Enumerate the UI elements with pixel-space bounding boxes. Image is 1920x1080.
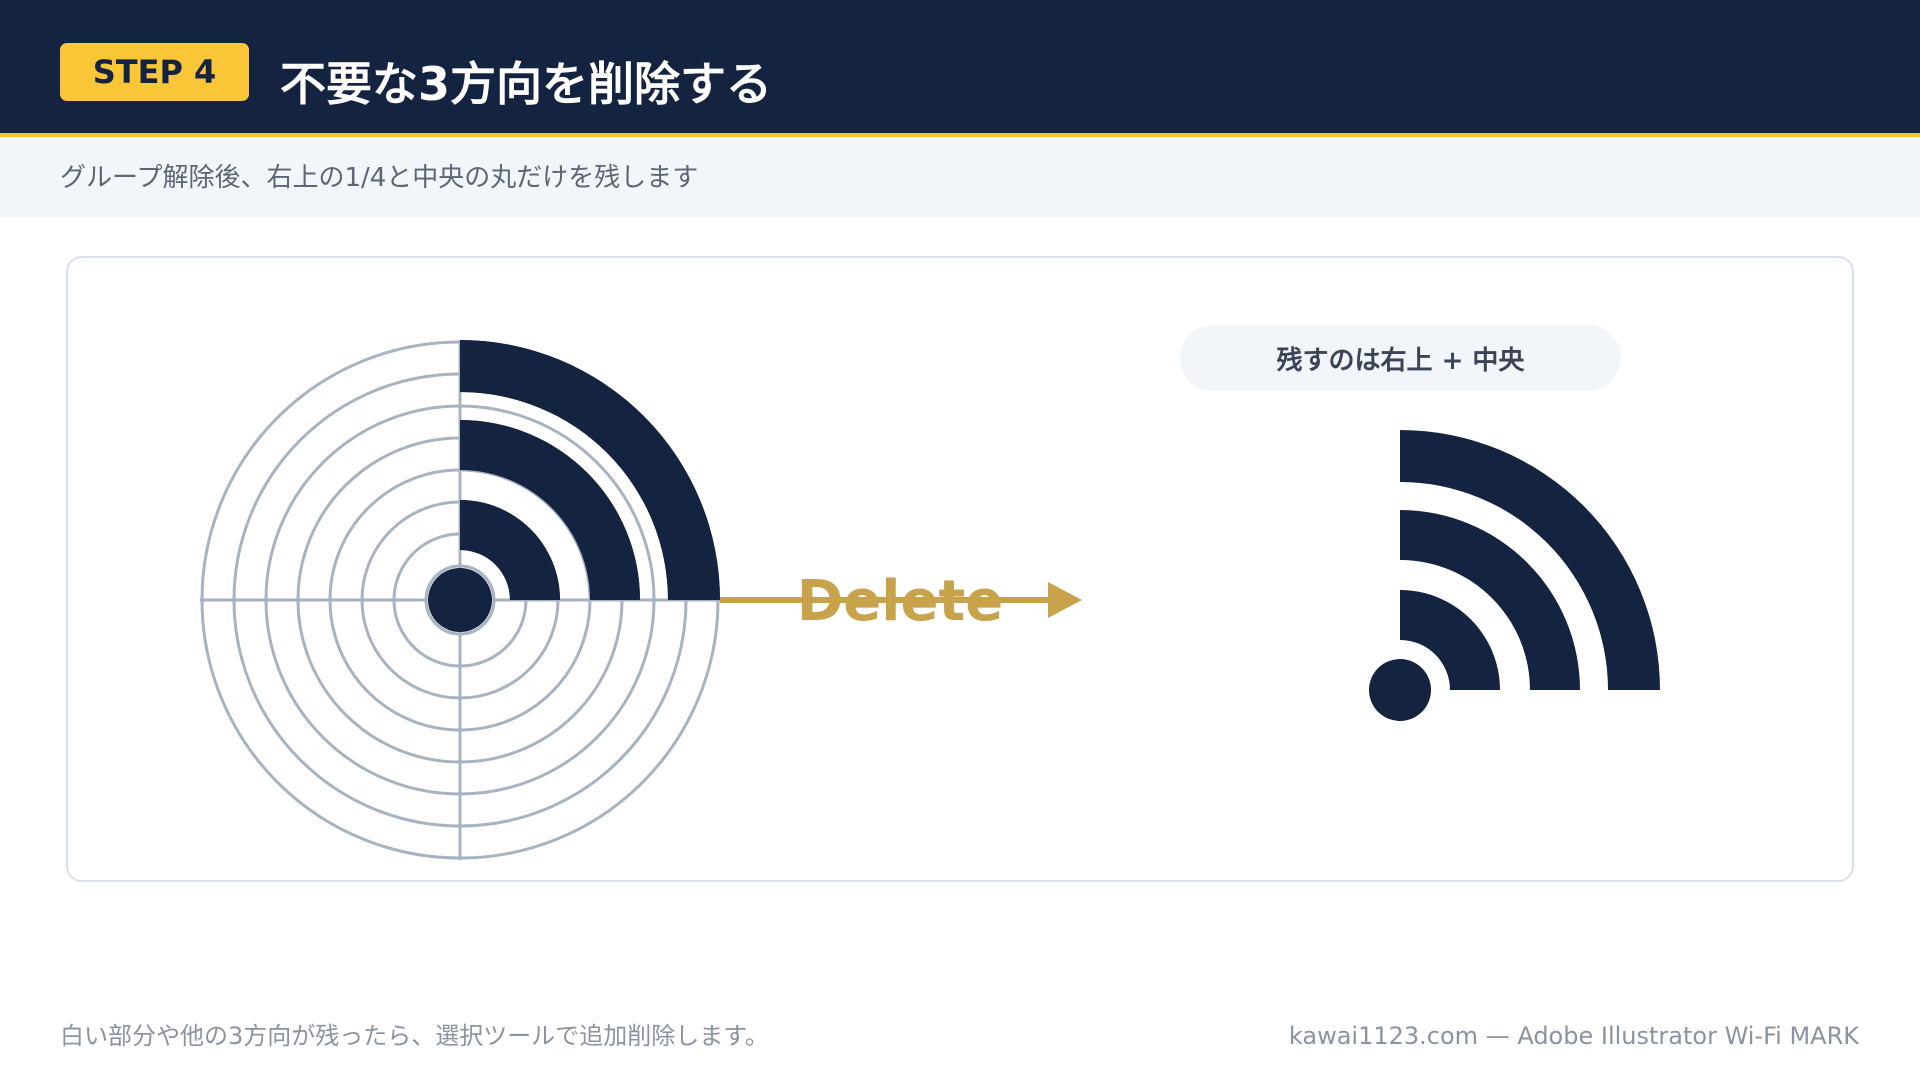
- wifi-dot: [1369, 659, 1431, 721]
- delete-arrow: Delete: [720, 569, 1082, 634]
- wifi-mark-result: [1369, 430, 1660, 721]
- keep-label-pill: 残すのは右上 + 中央: [1180, 325, 1621, 391]
- center-dot-left: [428, 568, 492, 632]
- full-circles-group: [200, 340, 720, 860]
- delete-label: Delete: [797, 569, 1003, 634]
- footer-note: 白い部分や他の3方向が残ったら、選択ツールで追加削除します。: [60, 1022, 769, 1050]
- footer-credit: kawai1123.com — Adobe Illustrator Wi-Fi …: [1288, 1022, 1859, 1050]
- diagram-canvas: Delete: [200, 340, 1660, 860]
